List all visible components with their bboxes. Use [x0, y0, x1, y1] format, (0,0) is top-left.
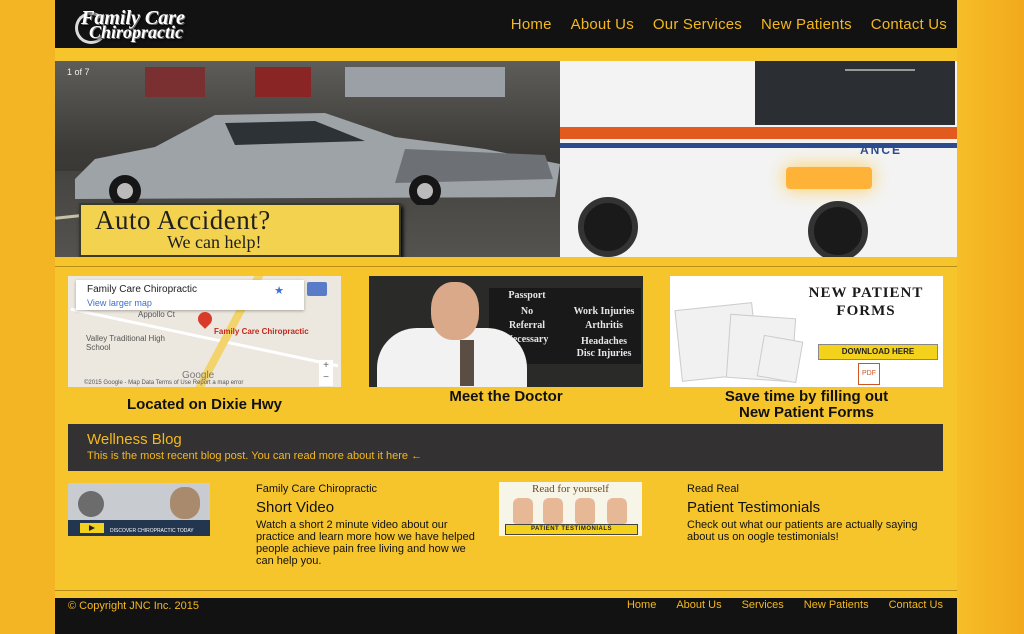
- sign-text: No: [520, 306, 534, 317]
- video-thumb-caption: DISCOVER CHIROPRACTIC TODAY: [110, 528, 194, 534]
- wrecked-car-image: [75, 113, 560, 205]
- background-truck: [345, 67, 505, 97]
- map-attribution: ©2015 Google - Map Data Terms of Use Rep…: [84, 380, 244, 386]
- background-vehicle: [255, 67, 311, 97]
- ambulance-wheel: [578, 197, 638, 257]
- map-pin-label: Family Care Chiropractic: [214, 327, 309, 336]
- hero-slideshow[interactable]: 1 of 7 ANCE Auto Accident? We can help!: [55, 61, 957, 257]
- form-paper: [756, 334, 804, 384]
- hero-banner: Auto Accident? We can help!: [79, 203, 401, 257]
- map-card-title: Family Care Chiropractic: [87, 284, 198, 295]
- map-street-label: Appollo Ct: [138, 310, 175, 319]
- nav-contact-us[interactable]: Contact Us: [871, 16, 947, 33]
- download-here-button[interactable]: DOWNLOAD HERE: [818, 344, 938, 360]
- slide-counter: 1 of 7: [67, 67, 90, 77]
- blog-title[interactable]: Wellness Blog: [87, 431, 182, 448]
- background-vehicle: [145, 67, 205, 97]
- sign-text: Disc Injuries: [576, 348, 632, 359]
- page-background-right: [956, 0, 1024, 634]
- site-footer: © Copyright JNC Inc. 2015 Home About Us …: [55, 598, 957, 634]
- doctor-face: [431, 282, 479, 340]
- banner-subline: We can help!: [167, 232, 262, 252]
- video-description: Watch a short 2 minute video about our p…: [256, 519, 475, 567]
- testimonials-thumbnail[interactable]: Read for yourself PATIENT TESTIMONIALS: [499, 482, 642, 536]
- map-school-label: Valley Traditional High School: [86, 334, 166, 352]
- map-caption[interactable]: Located on Dixie Hwy: [68, 397, 341, 413]
- nav-new-patients[interactable]: New Patients: [761, 16, 852, 33]
- site-header: Family Care Chiropractic Home About Us O…: [55, 0, 957, 48]
- map-info-card: Family Care Chiropractic View larger map…: [76, 280, 304, 310]
- footer-link-about-us[interactable]: About Us: [676, 599, 721, 611]
- ambulance-label: ANCE: [860, 143, 903, 157]
- ambulance-headlight: [786, 167, 872, 189]
- forms-title: NEW PATIENT FORMS: [808, 285, 924, 319]
- thumbs-up-icon: [513, 498, 533, 524]
- map-zoom-control[interactable]: + −: [319, 360, 333, 386]
- footer-link-home[interactable]: Home: [627, 599, 656, 611]
- nav-about-us[interactable]: About Us: [571, 16, 634, 33]
- slide-progress: [845, 69, 915, 71]
- nav-our-services[interactable]: Our Services: [653, 16, 742, 33]
- sign-text: Arthritis: [585, 320, 623, 331]
- main-nav: Home About Us Our Services New Patients …: [511, 0, 947, 48]
- video-thumbnail[interactable]: DISCOVER CHIROPRACTIC TODAY: [68, 483, 210, 536]
- view-larger-map-link[interactable]: View larger map: [87, 298, 152, 308]
- footer-link-services[interactable]: Services: [742, 599, 784, 611]
- thumbs-up-icon: [607, 498, 627, 524]
- copyright-text: © Copyright JNC Inc. 2015: [68, 600, 199, 612]
- pdf-icon: PDF: [858, 363, 880, 385]
- sign-text: Headaches: [580, 336, 628, 347]
- testimonials-kicker: Read Real: [687, 483, 739, 495]
- blog-teaser-link[interactable]: This is the most recent blog post. You c…: [87, 450, 422, 462]
- sign-text: Work Injuries: [573, 306, 635, 317]
- ambulance-image: ANCE: [560, 61, 957, 257]
- location-map[interactable]: Family Care Chiropractic View larger map…: [68, 276, 341, 387]
- section-divider: [55, 266, 957, 267]
- video-kicker: Family Care Chiropractic: [256, 483, 378, 495]
- site-logo[interactable]: Family Care Chiropractic: [75, 7, 259, 44]
- footer-divider: [55, 590, 957, 591]
- thumbs-up-icon: [543, 498, 563, 524]
- footer-nav: Home About Us Services New Patients Cont…: [627, 599, 943, 611]
- play-icon[interactable]: [80, 523, 104, 533]
- testimonials-heading[interactable]: Patient Testimonials: [687, 499, 820, 516]
- forms-caption[interactable]: Save time by filling out New Patient For…: [670, 389, 943, 421]
- testimonials-thumb-title: Read for yourself: [532, 483, 609, 495]
- testimonials-thumb-strip: PATIENT TESTIMONIALS: [505, 524, 638, 535]
- sign-text: Passport: [508, 290, 546, 301]
- footer-link-new-patients[interactable]: New Patients: [804, 599, 869, 611]
- doctor-tie: [460, 340, 474, 386]
- person-thumbnail: [170, 487, 200, 519]
- ambulance-stripe: [560, 127, 957, 139]
- patient-forms-image[interactable]: NEW PATIENT FORMS DOWNLOAD HERE PDF: [670, 276, 943, 387]
- video-heading[interactable]: Short Video: [256, 499, 334, 516]
- footer-link-contact-us[interactable]: Contact Us: [889, 599, 943, 611]
- forms-caption-line2: New Patient Forms: [738, 404, 875, 421]
- nav-home[interactable]: Home: [511, 16, 552, 33]
- ambulance-wheel: [808, 201, 868, 257]
- star-icon[interactable]: ★: [274, 284, 284, 297]
- person-thumbnail: [78, 491, 104, 517]
- forms-caption-line1: Save time by filling out: [724, 388, 889, 405]
- thumbs-up-icon: [575, 498, 595, 524]
- logo-line2: Chiropractic: [89, 22, 184, 42]
- page-background-left: [0, 0, 55, 634]
- map-pin-icon[interactable]: [195, 309, 215, 329]
- sign-text: Referral: [508, 320, 546, 331]
- page-container: Family Care Chiropractic Home About Us O…: [55, 0, 957, 634]
- wellness-blog-panel: Wellness Blog This is the most recent bl…: [68, 424, 943, 471]
- directions-icon[interactable]: [307, 282, 327, 296]
- doctor-caption[interactable]: Meet the Doctor: [369, 389, 643, 405]
- doctor-photo[interactable]: Passport No Referral Necessary Work Inju…: [369, 276, 643, 387]
- testimonials-description: Check out what our patients are actually…: [687, 519, 918, 543]
